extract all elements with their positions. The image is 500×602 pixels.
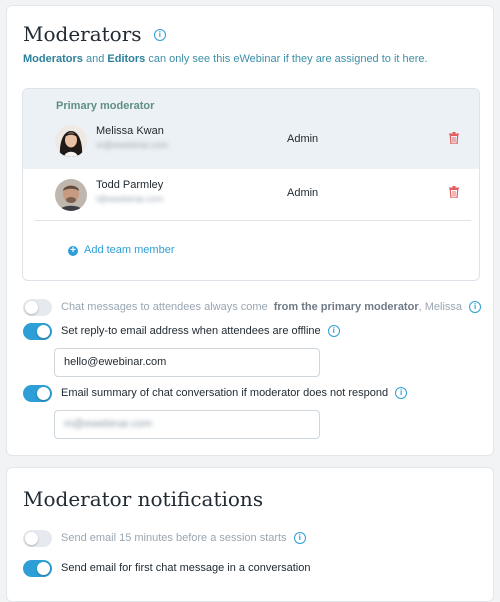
email-summary-label: Email summary of chat conversation if mo… [61, 387, 408, 400]
avatar [55, 125, 87, 157]
info-icon[interactable]: i [395, 387, 408, 400]
moderator-role: Admin [287, 133, 319, 145]
primary-moderator-label: Primary moderator [56, 100, 155, 112]
desc-rest: can only see this eWebinar if they are a… [148, 53, 428, 65]
notify-first-chat-setting: Send email for first chat message in a c… [23, 560, 483, 580]
moderator-name: Todd Parmley [96, 179, 164, 191]
notifications-title: Moderator notifications [23, 487, 264, 511]
notify-before-session-text: Send email 15 minutes before a session s… [61, 532, 287, 544]
email-summary-value: m@ewebinar.com [64, 418, 153, 430]
moderators-title: Moderators [23, 22, 142, 46]
reply-to-setting: Set reply-to email address when attendee… [23, 323, 483, 343]
add-team-member-label: Add team member [84, 244, 175, 256]
chat-from-primary-label: Chat messages to attendees always come f… [61, 301, 482, 314]
moderators-heading: Moderators i [23, 22, 166, 46]
email-summary-label-text: Email summary of chat conversation if mo… [61, 387, 389, 399]
reply-to-toggle[interactable] [23, 323, 52, 340]
moderator-name: Melissa Kwan [96, 125, 164, 137]
add-team-member-button[interactable]: + Add team member [68, 244, 174, 256]
avatar [55, 179, 87, 211]
notify-first-chat-toggle[interactable] [23, 560, 52, 577]
chat-label-text: Chat messages to attendees always come [61, 301, 268, 313]
reply-to-label: Set reply-to email address when attendee… [61, 325, 340, 338]
reply-to-email-value: hello@ewebinar.com [64, 356, 167, 368]
trash-icon[interactable] [449, 185, 459, 199]
moderator-notifications-card: Moderator notifications Send email 15 mi… [6, 467, 494, 602]
moderator-email: t@ewebinar.com [96, 194, 164, 204]
reply-to-label-text: Set reply-to email address when attendee… [61, 325, 321, 337]
trash-icon[interactable] [449, 131, 459, 145]
list-divider [34, 220, 471, 221]
info-icon[interactable]: i [469, 301, 482, 314]
desc-role-editors: Editors [107, 53, 146, 65]
email-summary-toggle[interactable] [23, 385, 52, 402]
moderators-card: Moderators i Moderators and Editors can … [6, 5, 494, 456]
email-summary-input[interactable]: m@ewebinar.com [54, 410, 320, 439]
desc-role-moderators: Moderators [23, 53, 83, 65]
reply-to-email-input[interactable]: hello@ewebinar.com [54, 348, 320, 377]
chat-label-name: , Melissa [418, 301, 463, 313]
email-summary-setting: Email summary of chat conversation if mo… [23, 385, 483, 405]
chat-from-primary-setting: Chat messages to attendees always come f… [23, 299, 483, 319]
notify-first-chat-text: Send email for first chat message in a c… [61, 562, 311, 574]
info-icon[interactable]: i [153, 29, 166, 41]
desc-and: and [85, 53, 105, 65]
moderator-row: Melissa Kwan m@ewebinar.com Admin [23, 125, 479, 177]
moderators-description: Moderators and Editors can only see this… [23, 53, 428, 65]
chat-label-strong: from the primary moderator [273, 301, 419, 313]
moderator-row: Todd Parmley t@ewebinar.com Admin [23, 179, 479, 231]
moderator-role: Admin [287, 187, 319, 199]
info-icon[interactable]: i [293, 532, 306, 545]
notify-first-chat-label: Send email for first chat message in a c… [61, 562, 310, 574]
notify-before-session-label: Send email 15 minutes before a session s… [61, 532, 306, 545]
chat-from-primary-toggle[interactable] [23, 299, 52, 316]
moderator-email: m@ewebinar.com [96, 140, 169, 150]
plus-circle-icon: + [68, 246, 78, 256]
notify-before-session-toggle[interactable] [23, 530, 52, 547]
info-icon[interactable]: i [327, 325, 340, 338]
moderator-list: Primary moderator Melissa Kwan m@ewebina… [22, 88, 480, 281]
notify-before-session-setting: Send email 15 minutes before a session s… [23, 530, 483, 550]
